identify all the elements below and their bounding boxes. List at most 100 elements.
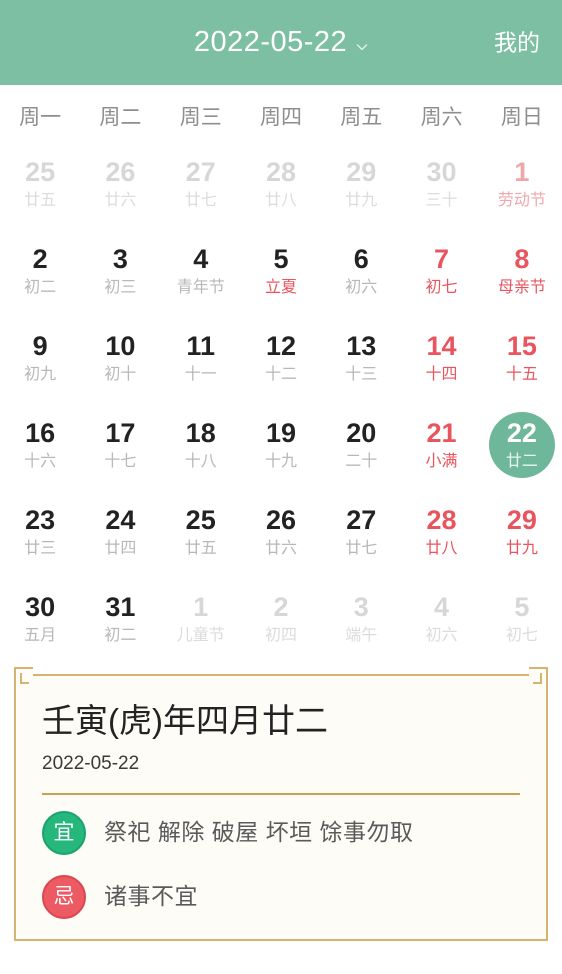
calendar-day-cell[interactable]: 5 立夏	[241, 227, 321, 314]
calendar-day-cell[interactable]: 14 十四	[401, 314, 481, 401]
day-number: 13	[346, 330, 377, 361]
day-number: 1	[514, 156, 530, 187]
calendar-day-cell[interactable]: 17 十七	[80, 401, 160, 488]
auspicious-row: 宜 祭祀 解除 破屋 坏垣 馀事勿取	[42, 810, 520, 855]
day-number: 10	[105, 330, 136, 361]
date-selector[interactable]: 2022-05-22	[194, 28, 368, 57]
day-number: 30	[25, 591, 56, 622]
calendar-day-cell[interactable]: 13 十三	[321, 314, 401, 401]
my-profile-button[interactable]: 我的	[494, 31, 540, 54]
inauspicious-row: 忌 诸事不宜	[42, 874, 520, 919]
calendar-day-cell[interactable]: 4 青年节	[161, 227, 241, 314]
day-lunar-label: 初七	[425, 278, 458, 296]
day-number: 9	[32, 330, 48, 361]
calendar-day-cell[interactable]: 31 初二	[80, 575, 160, 662]
calendar-day-cell[interactable]: 16 十六	[0, 401, 80, 488]
day-lunar-label: 十三	[345, 365, 378, 383]
day-lunar-label: 三十	[425, 191, 458, 209]
calendar-day-cell[interactable]: 5 初七	[482, 575, 562, 662]
day-number: 20	[346, 417, 377, 448]
calendar-day-cell[interactable]: 23 廿三	[0, 488, 80, 575]
weekday-header-row: 周一 周二 周三 周四 周五 周六 周日	[0, 85, 562, 134]
day-number: 29	[346, 156, 377, 187]
day-lunar-label: 初十	[104, 365, 137, 383]
calendar-day-cell[interactable]: 6 初六	[321, 227, 401, 314]
day-lunar-label: 初七	[505, 626, 538, 644]
calendar-day-cell[interactable]: 12 十二	[241, 314, 321, 401]
day-lunar-label: 初四	[264, 626, 297, 644]
calendar-day-cell[interactable]: 29 廿九	[321, 140, 401, 227]
weekday-label-thu: 周四	[259, 106, 302, 129]
calendar-day-cell[interactable]: 2 初二	[0, 227, 80, 314]
calendar-day-cell[interactable]: 1 儿童节	[161, 575, 241, 662]
day-lunar-label: 初六	[345, 278, 378, 296]
day-number: 19	[265, 417, 297, 448]
day-lunar-label: 十六	[24, 452, 57, 470]
calendar-day-cell[interactable]: 22 廿二	[482, 401, 562, 488]
chevron-down-icon[interactable]	[356, 41, 368, 53]
inauspicious-badge-icon: 忌	[42, 874, 86, 919]
calendar-day-cell[interactable]: 30 三十	[401, 140, 481, 227]
auspicious-badge-icon: 宜	[42, 810, 86, 855]
calendar-day-cell[interactable]: 28 廿八	[401, 488, 481, 575]
day-number: 16	[25, 417, 56, 448]
calendar-day-cell[interactable]: 4 初六	[401, 575, 481, 662]
page-title: 2022-05-22	[193, 26, 348, 58]
day-number: 4	[193, 243, 209, 274]
day-lunar-label: 青年节	[176, 278, 225, 296]
weekday-label-tue: 周二	[99, 106, 142, 129]
day-lunar-label: 劳动节	[497, 191, 546, 209]
day-number: 27	[346, 504, 377, 535]
calendar-day-cell[interactable]: 3 端午	[321, 575, 401, 662]
app-header: 2022-05-22 我的	[0, 0, 562, 85]
day-number: 8	[514, 243, 530, 274]
calendar-day-cell[interactable]: 8 母亲节	[482, 227, 562, 314]
calendar-day-cell[interactable]: 27 廿七	[161, 140, 241, 227]
calendar-day-cell[interactable]: 15 十五	[482, 314, 562, 401]
day-number: 3	[112, 243, 128, 274]
day-number: 12	[265, 330, 297, 361]
calendar-day-cell[interactable]: 19 十九	[241, 401, 321, 488]
day-number: 7	[434, 243, 450, 274]
day-number: 25	[185, 504, 216, 535]
calendar-day-cell[interactable]: 26 廿六	[241, 488, 321, 575]
calendar-day-cell[interactable]: 1 劳动节	[482, 140, 562, 227]
inauspicious-activities-text: 诸事不宜	[104, 883, 198, 910]
calendar-day-cell[interactable]: 11 十一	[161, 314, 241, 401]
calendar-day-cell[interactable]: 10 初十	[80, 314, 160, 401]
day-lunar-label: 初二	[104, 626, 137, 644]
calendar-day-cell[interactable]: 29 廿九	[482, 488, 562, 575]
calendar-day-cell[interactable]: 3 初三	[80, 227, 160, 314]
day-number: 1	[193, 591, 209, 622]
day-number: 22	[506, 417, 537, 448]
day-lunar-label: 廿二	[505, 452, 538, 470]
day-lunar-label: 母亲节	[497, 278, 546, 296]
calendar-day-cell[interactable]: 20 二十	[321, 401, 401, 488]
day-number: 28	[426, 504, 457, 535]
day-number: 21	[426, 417, 457, 448]
calendar-day-cell[interactable]: 9 初九	[0, 314, 80, 401]
calendar-day-cell[interactable]: 2 初四	[241, 575, 321, 662]
day-lunar-label: 十二	[264, 365, 297, 383]
calendar-day-cell[interactable]: 30 五月	[0, 575, 80, 662]
calendar-day-cell[interactable]: 25 廿五	[161, 488, 241, 575]
day-lunar-label: 儿童节	[176, 626, 225, 644]
day-lunar-label: 廿五	[184, 539, 217, 557]
calendar-day-cell[interactable]: 27 廿七	[321, 488, 401, 575]
weekday-label-wed: 周三	[179, 106, 222, 129]
day-number: 2	[273, 591, 289, 622]
calendar-day-cell[interactable]: 28 廿八	[241, 140, 321, 227]
day-lunar-label: 十八	[184, 452, 217, 470]
day-lunar-label: 十五	[505, 365, 538, 383]
calendar-day-cell[interactable]: 25 廿五	[0, 140, 80, 227]
day-lunar-label: 廿八	[264, 191, 297, 209]
calendar-day-cell[interactable]: 21 小满	[401, 401, 481, 488]
calendar-day-cell[interactable]: 18 十八	[161, 401, 241, 488]
day-lunar-label: 廿六	[104, 191, 137, 209]
calendar-day-cell[interactable]: 26 廿六	[80, 140, 160, 227]
calendar-day-cell[interactable]: 7 初七	[401, 227, 481, 314]
day-number: 23	[25, 504, 56, 535]
weekday-label-sat: 周六	[420, 106, 463, 129]
day-lunar-label: 廿九	[505, 539, 538, 557]
calendar-day-cell[interactable]: 24 廿四	[80, 488, 160, 575]
